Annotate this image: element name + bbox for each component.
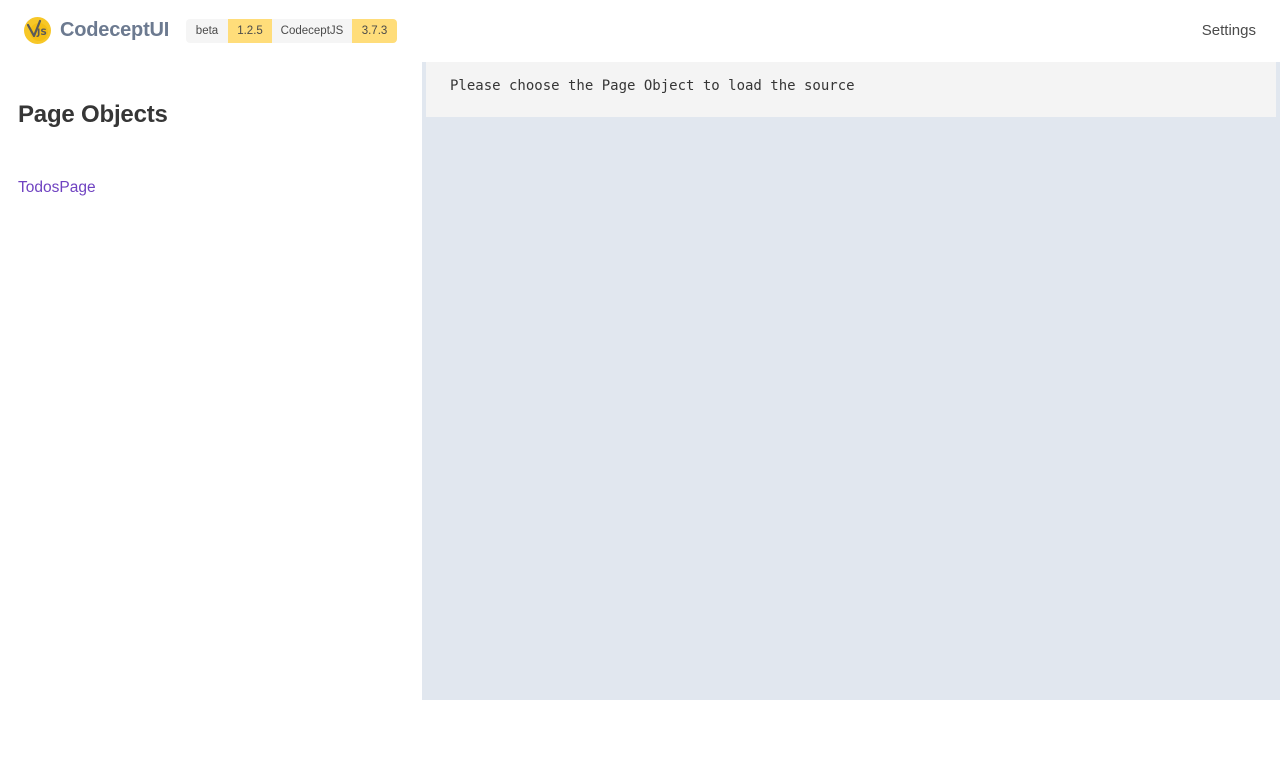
page-title: Page Objects	[18, 101, 168, 128]
beta-tag: beta	[186, 19, 228, 43]
svg-text:JS: JS	[36, 28, 47, 38]
version-tags: beta 1.2.5 CodeceptJS 3.7.3	[186, 19, 397, 43]
brand-name: CodeceptUI	[60, 19, 170, 41]
source-placeholder-text: Please choose the Page Object to load th…	[450, 78, 855, 94]
page-object-list: TodosPage	[18, 177, 96, 199]
page-object-link-todospage[interactable]: TodosPage	[18, 179, 96, 196]
settings-link[interactable]: Settings	[1202, 21, 1256, 41]
list-item: TodosPage	[18, 177, 96, 199]
page-objects-sidebar: Page Objects TodosPage	[0, 62, 422, 700]
top-navbar: JS CodeceptUI beta 1.2.5 CodeceptJS 3.7.…	[0, 0, 1280, 62]
brand-link[interactable]: JS CodeceptUI	[23, 16, 169, 45]
source-code-box: Please choose the Page Object to load th…	[426, 62, 1276, 117]
codeceptjs-version-tag: 3.7.3	[352, 19, 397, 43]
codeceptjs-logo-icon: JS	[24, 17, 51, 44]
ui-version-tag: 1.2.5	[228, 19, 272, 43]
source-panel: Please choose the Page Object to load th…	[422, 62, 1280, 700]
codeceptjs-tag: CodeceptJS	[272, 19, 352, 43]
